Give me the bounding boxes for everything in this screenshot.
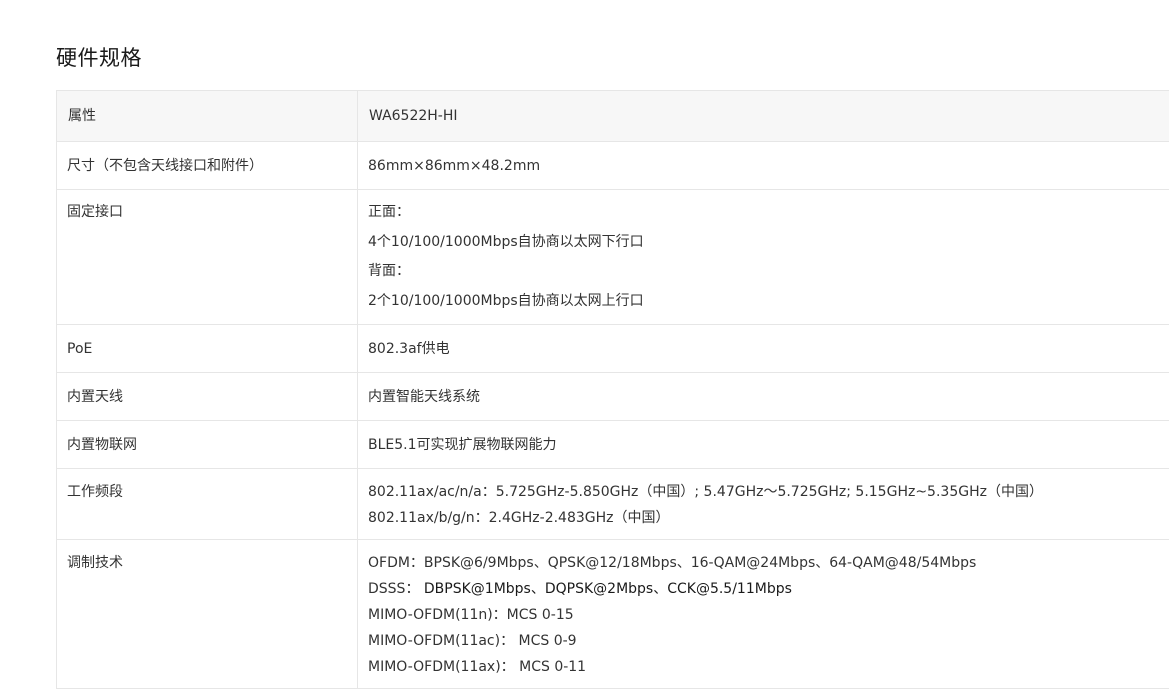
row-value-antenna: 内置智能天线系统 [357,372,1169,421]
value-line: 4个10/100/1000Mbps自协商以太网下行口 [368,233,644,250]
value-line: 802.11ax/ac/n/a：5.725GHz-5.850GHz（中国）; 5… [368,484,1043,500]
table-row: 固定接口 正面： 4个10/100/1000Mbps自协商以太网下行口 背面： … [56,189,1169,325]
row-name-frequency: 工作频段 [56,468,358,540]
row-value-modulation: OFDM：BPSK@6/9Mbps、QPSK@12/18Mbps、16-QAM@… [357,539,1169,689]
row-value-iot: BLE5.1可实现扩展物联网能力 [357,420,1169,469]
table-row: 调制技术 OFDM：BPSK@6/9Mbps、QPSK@12/18Mbps、16… [56,539,1169,689]
table-row: 尺寸（不包含天线接口和附件） 86mm×86mm×48.2mm [56,141,1169,190]
value-line: 2个10/100/1000Mbps自协商以太网上行口 [368,292,644,309]
value-line: 背面： [368,263,410,279]
table-row: PoE 802.3af供电 [56,324,1169,373]
row-name-iot: 内置物联网 [56,420,358,469]
section-title: 硬件规格 [56,46,142,70]
value-emphasis: DBPSK@1Mbps、DQPSK@2Mbps、CCK@5.5/11Mbps [423,581,792,597]
value-line: 86mm×86mm×48.2mm [368,157,541,174]
value-line: BLE5.1可实现扩展物联网能力 [368,436,557,453]
value-line: 正面： [368,204,410,220]
table-row: 内置天线 内置智能天线系统 [56,372,1169,421]
row-value-fixed-ports: 正面： 4个10/100/1000Mbps自协商以太网下行口 背面： 2个10/… [357,189,1169,325]
hardware-spec-table: 属性 WA6522H-HI 尺寸（不包含天线接口和附件） 86mm×86mm×4… [56,90,1169,689]
table-header-row: 属性 WA6522H-HI [56,90,1169,142]
row-value-dimensions: 86mm×86mm×48.2mm [357,141,1169,190]
spec-page: 硬件规格 属性 WA6522H-HI 尺寸（不包含天线接口和附件） 86mm×8… [0,0,1169,690]
table-row: 工作频段 802.11ax/ac/n/a：5.725GHz-5.850GHz（中… [56,468,1169,540]
value-line: MIMO-OFDM(11n)：MCS 0-15 [368,607,574,623]
value-line: 802.11ax/b/g/n：2.4GHz-2.483GHz（中国） [368,510,670,526]
row-name-modulation: 调制技术 [56,539,358,689]
value-line: MIMO-OFDM(11ax)： MCS 0-11 [368,659,587,675]
value-line: 内置智能天线系统 [368,388,480,405]
value-line: OFDM：BPSK@6/9Mbps、QPSK@12/18Mbps、16-QAM@… [368,555,977,571]
header-model: WA6522H-HI [357,90,1169,142]
value-line: 802.3af供电 [368,340,450,357]
header-attribute: 属性 [56,90,358,142]
row-name-antenna: 内置天线 [56,372,358,421]
value-line: DSSS： DBPSK@1Mbps、DQPSK@2Mbps、CCK@5.5/11… [368,576,1166,602]
row-name-dimensions: 尺寸（不包含天线接口和附件） [56,141,358,190]
value-line: MIMO-OFDM(11ac)： MCS 0-9 [368,633,577,649]
row-value-poe: 802.3af供电 [357,324,1169,373]
row-name-poe: PoE [56,324,358,373]
value-prefix: DSSS： [368,581,420,597]
row-value-frequency: 802.11ax/ac/n/a：5.725GHz-5.850GHz（中国）; 5… [357,468,1169,540]
row-name-fixed-ports: 固定接口 [56,189,358,325]
table-row: 内置物联网 BLE5.1可实现扩展物联网能力 [56,420,1169,469]
